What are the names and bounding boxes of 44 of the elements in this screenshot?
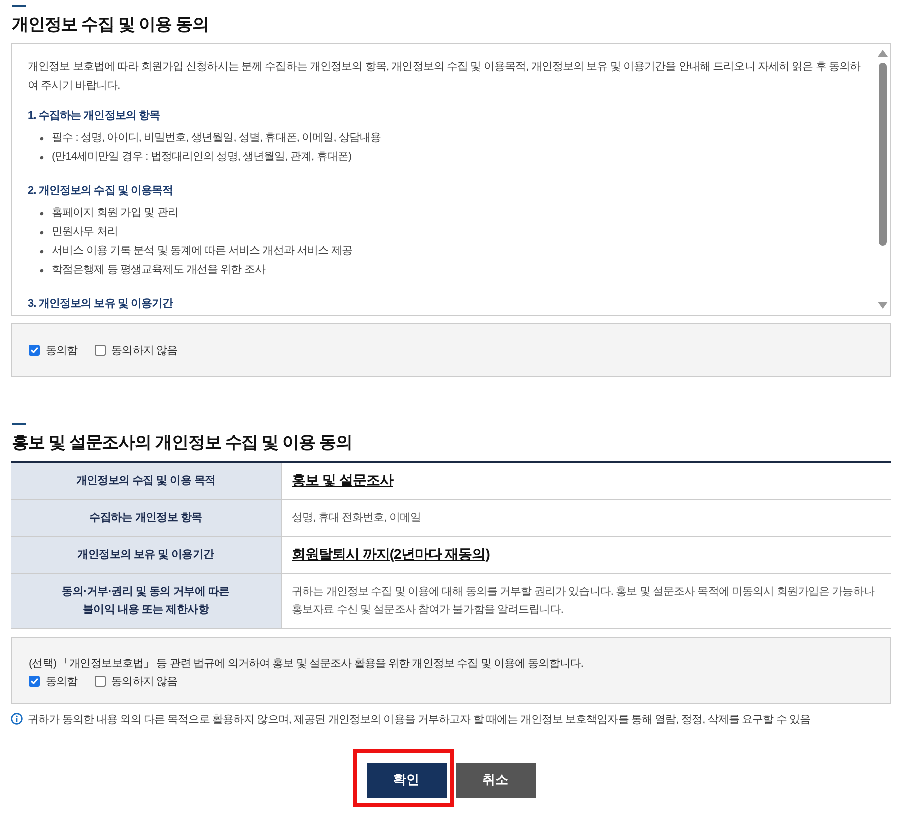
section-title: 홍보 및 설문조사의 개인정보 수집 및 이용 동의 (12, 432, 354, 454)
scrollbar-thumb[interactable] (879, 63, 887, 246)
consent-statement: (선택) 「개인정보보호법」 등 관련 법규에 의거하여 홍보 및 설문조사 활용을 위한 개인정보 수집 및 이용에 동의합니다. (29, 656, 585, 672)
confirm-button[interactable]: 확인 (366, 762, 446, 798)
terms-item: 민원사무 처리 (52, 225, 118, 240)
terms-heading: 2. 개인정보의 수집 및 이용목적 (28, 184, 174, 199)
terms-item: 서비스 이용 기록 분석 및 동계에 따른 서비스 개선과 서비스 제공 (52, 244, 352, 259)
scroll-up-icon[interactable] (878, 50, 888, 57)
terms-heading: 1. 수집하는 개인정보의 항목 (28, 109, 162, 124)
checkbox[interactable] (94, 676, 106, 686)
checkbox-label[interactable]: 동의하지 않음 (112, 342, 178, 358)
table-cell-value: 홍보 및 설문조사 (292, 472, 394, 488)
intro-paragraph: 개인정보 보호법에 따라 회원가입 신청하시는 분께 수집하는 개인정보의 항목, 개인정보의 수집 및 이용목적, 개인정보의 보유 및 이용기간을 안내해 드리오니 자세히 읽은 후 동의하여 주시기 바랍니다. (28, 60, 862, 94)
table-header-cell: 수집하는 개인정보 항목 (11, 499, 282, 536)
checkbox-label[interactable]: 동의함 (46, 342, 78, 358)
terms-item: 학점은행제 등 평생교육제도 개선을 위한 조사 (52, 263, 266, 278)
table-header-cell: 동의·거부·권리 및 동의 거부에 따른 불이익 내용 또는 제한사항 (11, 573, 282, 628)
bullet-icon (40, 212, 44, 216)
checkbox[interactable] (94, 344, 106, 356)
checkbox-label[interactable]: 동의함 (46, 674, 78, 688)
title-accent-bar (12, 423, 26, 425)
bullet-icon (40, 156, 44, 160)
bullet-icon (40, 268, 44, 272)
table-cell-value: 성명, 휴대 전화번호, 이메일 (292, 510, 422, 526)
terms-item: 홈페이지 회원 가입 및 관리 (52, 206, 178, 221)
terms-item: 필수 : 성명, 아이디, 비밀번호, 생년월일, 성별, 휴대폰, 이메일, 상담내용 (52, 131, 382, 146)
table-header-cell: 개인정보의 보유 및 이용기간 (11, 536, 282, 573)
table-cell-value: 귀하는 개인정보 수집 및 이용에 대해 동의를 거부할 권리가 있습니다. 홍보 및 설문조사 목적에 미동의시 회원가입은 가능하나 홍보자료 수신 및 설문조사 참여가 불가함을 알려드립니다. (292, 584, 876, 618)
checkbox[interactable] (29, 344, 40, 356)
scroll-down-icon[interactable] (878, 302, 888, 309)
terms-heading: 3. 개인정보의 보유 및 이용기간 (28, 297, 174, 312)
terms-item: (만14세미만일 경우 : 법정대리인의 성명, 생년월일, 관계, 휴대폰) (52, 150, 352, 165)
notice-text: 귀하가 동의한 내용 외의 다른 목적으로 활용하지 않으며, 제공된 개인정보의 이용을 거부하고자 할 때에는 개인정보 보호책임자를 통해 열람, 정정, 삭제를 요구할 수 있음 (28, 712, 811, 726)
title-accent-bar (12, 5, 26, 7)
bullet-icon (40, 230, 44, 234)
table-cell-value: 회원탈퇴시 까지(2년마다 재동의) (292, 546, 490, 562)
bullet-icon (40, 136, 44, 140)
bullet-icon (40, 250, 44, 254)
info-icon (11, 713, 23, 725)
section-title: 개인정보 수집 및 이용 동의 (12, 14, 210, 36)
cancel-button[interactable]: 취소 (456, 762, 536, 798)
table-header-cell: 개인정보의 수집 및 이용 목적 (11, 462, 282, 499)
checkbox[interactable] (29, 676, 40, 686)
checkbox-label[interactable]: 동의하지 않음 (112, 674, 178, 688)
